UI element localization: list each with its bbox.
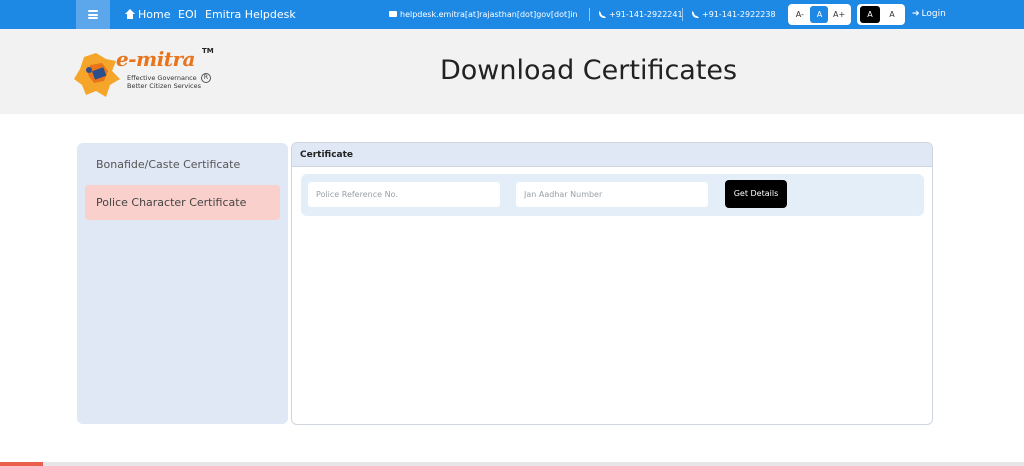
logo-title: e-mitra bbox=[116, 47, 196, 71]
footer-accent bbox=[0, 462, 43, 466]
footer-strip bbox=[0, 462, 1024, 466]
certificate-card: Certificate Get Details bbox=[291, 142, 933, 425]
certificate-type-sidebar: Bonafide/Caste Certificate Police Charac… bbox=[77, 143, 288, 424]
dark-contrast-button[interactable]: A bbox=[860, 6, 880, 23]
font-normal-button[interactable]: A bbox=[810, 6, 829, 23]
emitra-emblem-icon bbox=[74, 53, 120, 97]
nav-helpdesk-link[interactable]: Emitra Helpdesk bbox=[205, 0, 296, 29]
jan-aadhar-input[interactable] bbox=[516, 182, 708, 207]
phone-icon bbox=[599, 11, 606, 18]
registered-mark: R bbox=[201, 73, 211, 83]
phone-text-2: +91-141-2922238 bbox=[702, 10, 776, 19]
phone-link-1[interactable]: +91-141-2922241 bbox=[599, 0, 683, 29]
nav-home-link[interactable]: Home bbox=[125, 0, 170, 29]
font-decrease-button[interactable]: A- bbox=[791, 6, 809, 23]
contrast-controls: A A bbox=[857, 4, 905, 25]
get-details-button[interactable]: Get Details bbox=[725, 180, 787, 208]
logo-tagline-1: Effective Governance bbox=[127, 74, 197, 82]
helpdesk-email-link[interactable]: helpdesk.emitra[at]rajasthan[dot]gov[dot… bbox=[389, 0, 578, 29]
menu-toggle-button[interactable] bbox=[76, 0, 110, 29]
phone-text-1: +91-141-2922241 bbox=[609, 10, 683, 19]
phone-link-2[interactable]: +91-141-2922238 bbox=[692, 0, 776, 29]
top-navigation-bar: Home EOI Emitra Helpdesk helpdesk.emitra… bbox=[0, 0, 1024, 29]
certificate-search-form: Get Details bbox=[301, 174, 924, 216]
font-increase-button[interactable]: A+ bbox=[830, 6, 848, 23]
sidebar-item-bonafide-caste[interactable]: Bonafide/Caste Certificate bbox=[85, 147, 280, 182]
trademark-mark: TM bbox=[202, 47, 214, 55]
helpdesk-email-text: helpdesk.emitra[at]rajasthan[dot]gov[dot… bbox=[400, 10, 578, 19]
sidebar-item-police-character[interactable]: Police Character Certificate bbox=[85, 185, 280, 220]
nav-home-label: Home bbox=[138, 8, 171, 21]
light-contrast-button[interactable]: A bbox=[882, 6, 902, 23]
divider bbox=[589, 8, 590, 21]
hamburger-icon bbox=[88, 9, 98, 21]
sign-in-icon: ➔ bbox=[912, 9, 920, 19]
phone-icon bbox=[692, 11, 699, 18]
divider bbox=[682, 8, 683, 21]
home-icon bbox=[125, 9, 135, 19]
emitra-logo[interactable]: e-mitra TM Effective Governance Better C… bbox=[72, 47, 217, 102]
login-link[interactable]: ➔ Login bbox=[912, 0, 946, 29]
font-size-controls: A- A A+ bbox=[788, 4, 851, 25]
police-reference-input[interactable] bbox=[308, 182, 500, 207]
page-title: Download Certificates bbox=[440, 55, 738, 86]
card-header: Certificate bbox=[292, 143, 932, 167]
card-title: Certificate bbox=[300, 150, 354, 160]
logo-tagline-2: Better Citizen Services bbox=[127, 82, 201, 90]
nav-eoi-link[interactable]: EOI bbox=[178, 0, 197, 29]
login-label: Login bbox=[921, 9, 946, 19]
envelope-icon bbox=[389, 11, 397, 17]
